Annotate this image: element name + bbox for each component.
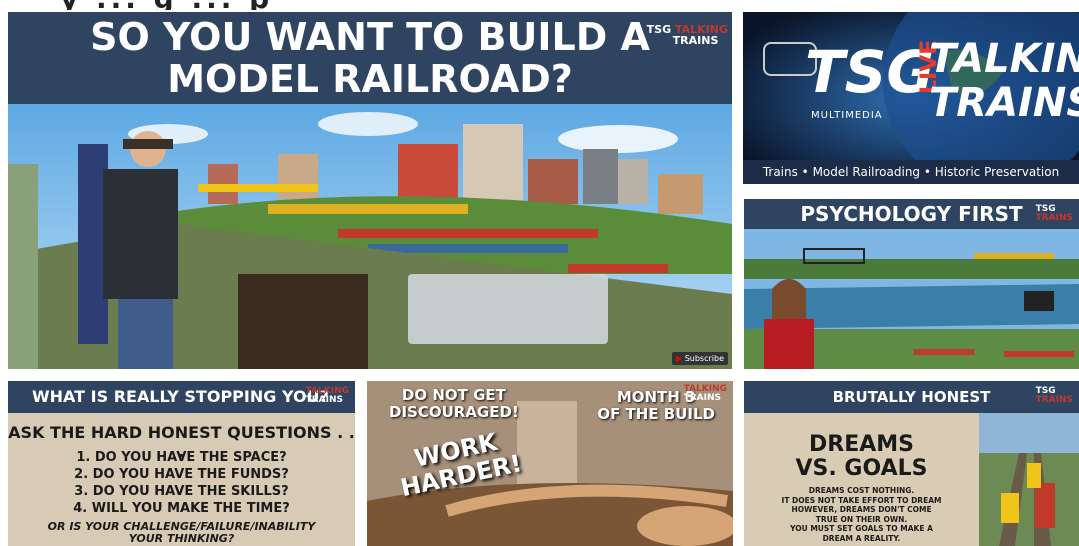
video-thumbnail-main[interactable]: SO YOU WANT TO BUILD A MODEL RAILROAD? T… bbox=[8, 12, 732, 369]
question-item: 2. DO YOU HAVE THE FUNDS? bbox=[74, 467, 289, 482]
question-item: 3. DO YOU HAVE THE SKILLS? bbox=[74, 484, 289, 499]
logo-trains-text: TRAINS bbox=[672, 34, 719, 47]
main-title-line1: SO YOU WANT TO BUILD A bbox=[90, 15, 650, 59]
discouraged-line2: DISCOURAGED! bbox=[389, 403, 519, 421]
discouraged-text: DO NOT GET DISCOURAGED! bbox=[389, 387, 519, 421]
stopping-footer: OR IS YOUR CHALLENGE/FAILURE/INABILITY Y… bbox=[8, 521, 355, 545]
honest-title-banner: BRUTALLY HONEST bbox=[744, 381, 1079, 413]
tsg-logo-icon: TSG TRAINS bbox=[1036, 205, 1073, 223]
discouraged-line1: DO NOT GET bbox=[401, 386, 506, 404]
trains-big-text: TRAINS bbox=[929, 80, 1079, 126]
question-item: 1. DO YOU HAVE THE SPACE? bbox=[76, 450, 287, 465]
main-title-banner: SO YOU WANT TO BUILD A MODEL RAILROAD? bbox=[8, 12, 732, 104]
logo-trains-text: TRAINS bbox=[1035, 213, 1073, 223]
body-line: DREAMS COST NOTHING. bbox=[808, 486, 915, 495]
body-line: DREAM A REALITY. bbox=[822, 533, 901, 543]
body-line: YOU MUST SET GOALS TO MAKE A bbox=[790, 524, 933, 533]
video-thumbnail-discouraged[interactable]: DO NOT GET DISCOURAGED! MONTH 3 OF THE B… bbox=[367, 381, 733, 546]
stopping-title: WHAT IS REALLY STOPPING YOU? bbox=[32, 387, 329, 406]
dreams-heading: DREAMS VS. GOALS bbox=[744, 433, 979, 481]
subscribe-label: Subscribe bbox=[684, 354, 724, 363]
main-title-line2: MODEL RAILROAD? bbox=[167, 57, 573, 101]
multimedia-text: MULTIMEDIA bbox=[811, 110, 883, 121]
month-line2: OF THE BUILD bbox=[597, 405, 715, 423]
dreams-word: DREAMS bbox=[809, 432, 914, 457]
body-line: TRUE ON THEIR OWN. bbox=[815, 514, 908, 524]
subscribe-badge[interactable]: ▶ Subscribe bbox=[671, 352, 728, 365]
logo-trains-text: TRAINS bbox=[305, 395, 344, 405]
logo-trains-text: TRAINS bbox=[683, 393, 722, 403]
video-thumbnail-tsg-live[interactable]: TSG MULTIMEDIA LIVE TALKING TRAINS Train… bbox=[743, 12, 1079, 184]
cropped-top-title: y ... g ... p bbox=[0, 0, 1079, 10]
logo-tsg-text: TSG bbox=[646, 23, 672, 36]
psychology-photo bbox=[744, 229, 1079, 369]
youtube-icon: ▶ bbox=[675, 354, 683, 363]
question-item: 4. WILL YOU MAKE THE TIME? bbox=[73, 501, 290, 516]
talking-big-text: TALKING bbox=[929, 36, 1079, 82]
body-line: HOWEVER, DREAMS DON'T COME bbox=[791, 505, 932, 514]
stopping-footer-line2: YOUR THINKING? bbox=[128, 532, 235, 545]
psychology-title-banner: PSYCHOLOGY FIRST bbox=[744, 199, 1079, 229]
vs-goals-word: VS. GOALS bbox=[795, 456, 928, 481]
talking-trains-logo-icon: TALKING TRAINS bbox=[684, 385, 727, 403]
psychology-title: PSYCHOLOGY FIRST bbox=[800, 202, 1023, 226]
train-photo bbox=[979, 413, 1079, 546]
stopping-title-banner: WHAT IS REALLY STOPPING YOU? bbox=[8, 381, 355, 413]
tsg-logo-icon: TSG TRAINS bbox=[1036, 387, 1073, 405]
tagline-text: Trains • Model Railroading • Historic Pr… bbox=[762, 165, 1060, 179]
logo-trains-text: TRAINS bbox=[1035, 395, 1073, 405]
stopping-questions: 1. DO YOU HAVE THE SPACE? 2. DO YOU HAVE… bbox=[8, 449, 355, 517]
video-thumbnail-psychology[interactable]: PSYCHOLOGY FIRST TSG TRAINS bbox=[744, 199, 1079, 369]
talking-trains-logo-icon: TALKING TRAINS bbox=[306, 387, 349, 405]
tsg-big-text: TSG bbox=[805, 38, 934, 106]
dreams-body: DREAMS COST NOTHING. IT DOES NOT TAKE EF… bbox=[744, 486, 979, 543]
body-line: IT DOES NOT TAKE EFFORT TO DREAM bbox=[781, 495, 942, 505]
honest-title: BRUTALLY HONEST bbox=[832, 388, 991, 406]
tsg-logo-icon: TSG TALKING TRAINS bbox=[647, 24, 728, 46]
tagline-bar: Trains • Model Railroading • Historic Pr… bbox=[743, 160, 1079, 184]
video-thumbnail-stopping[interactable]: WHAT IS REALLY STOPPING YOU? TALKING TRAI… bbox=[8, 381, 355, 546]
video-thumbnail-honest[interactable]: BRUTALLY HONEST TSG TRAINS DREAMS VS. GOA… bbox=[744, 381, 1079, 546]
model-railroad-photo bbox=[8, 104, 732, 369]
